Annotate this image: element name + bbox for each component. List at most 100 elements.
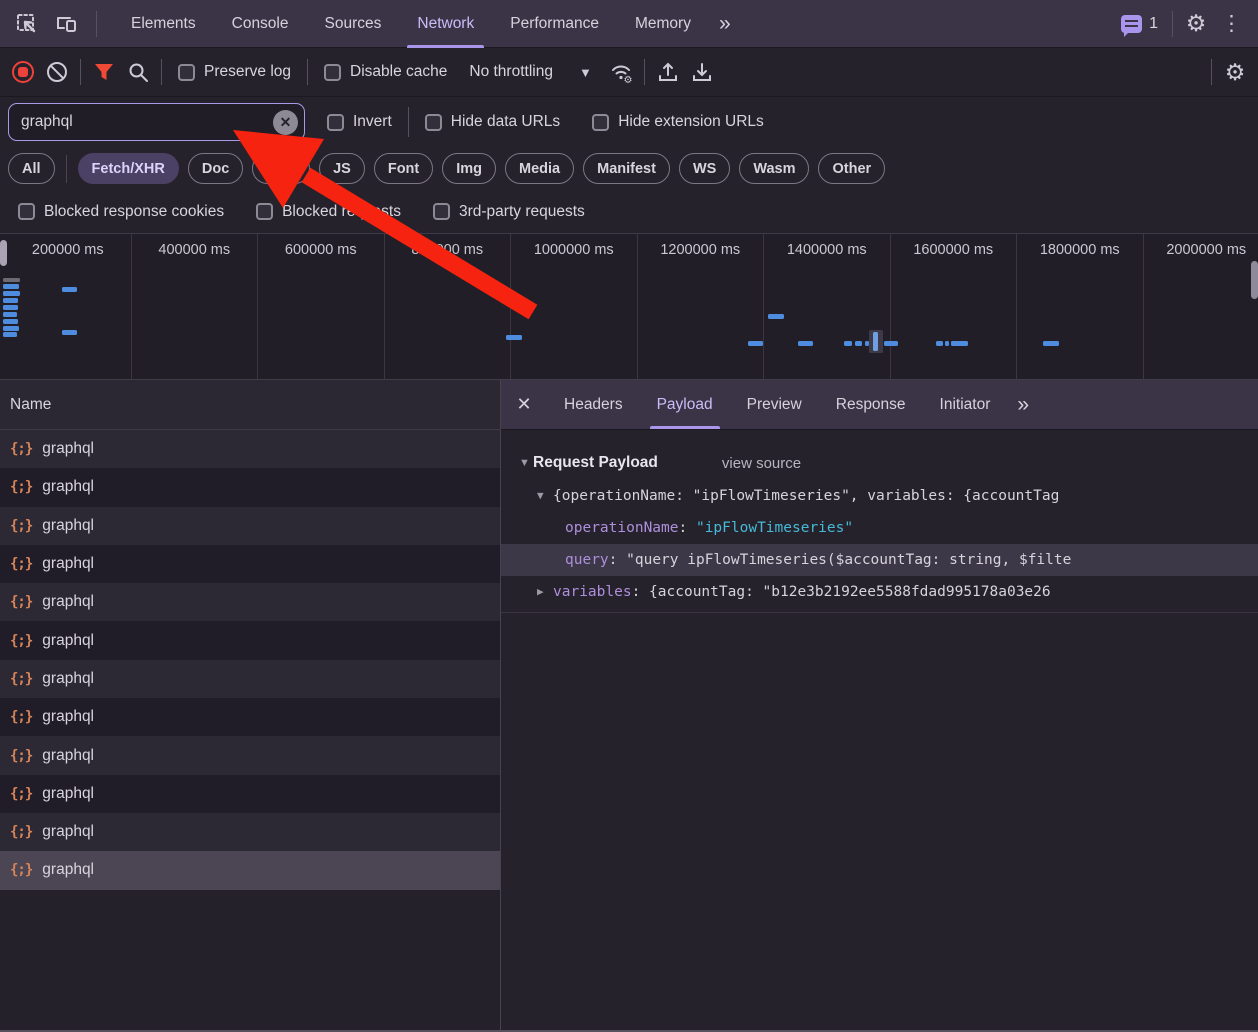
collapse-triangle-icon[interactable]: ▼ [537,480,553,512]
more-panels-icon[interactable]: » [709,12,739,36]
table-row[interactable]: {;}graphql [0,775,500,813]
chip-media[interactable]: Media [505,153,574,184]
table-row[interactable]: {;}graphql [0,507,500,545]
close-icon[interactable]: ✕ [501,380,547,429]
filter-input[interactable]: graphql ✕ [8,103,305,141]
tab-network[interactable]: Network [399,0,492,48]
collapse-triangle-icon[interactable]: ▼ [519,457,533,469]
tab-console[interactable]: Console [214,0,307,48]
chip-font[interactable]: Font [374,153,433,184]
payload-value: "query ipFlowTimeseries($accountTag: str… [626,544,1071,576]
clear-filter-icon[interactable]: ✕ [273,110,298,135]
waterfall-bar[interactable] [1043,341,1059,346]
waterfall-bar[interactable] [936,341,943,346]
preserve-log-checkbox[interactable]: Preserve log [168,63,301,81]
settings-gear-icon[interactable]: ⚙ [1179,7,1213,41]
table-row[interactable]: {;}graphql [0,545,500,583]
waterfall-bar[interactable] [945,341,949,346]
3rd-party-requests-checkbox[interactable]: 3rd-party requests [423,203,607,221]
invert-checkbox[interactable]: Invert [305,113,402,131]
waterfall-bar[interactable] [3,332,17,337]
details-tab-initiator[interactable]: Initiator [923,380,1008,429]
waterfall-bar[interactable] [873,332,878,351]
panel-tabs: ElementsConsoleSourcesNetworkPerformance… [113,0,709,48]
payload-row-variables[interactable]: ▶variables: {accountTag: "b12e3b2192ee55… [501,576,1258,608]
waterfall-bar[interactable] [3,312,17,317]
waterfall-bar[interactable] [3,326,19,331]
view-source-link[interactable]: view source [722,455,801,472]
clear-network-log-icon[interactable] [40,55,74,89]
hide-data-urls-checkbox[interactable]: Hide data URLs [415,113,570,131]
chip-img[interactable]: Img [442,153,496,184]
table-row[interactable]: {;}graphql [0,736,500,774]
inspect-element-icon[interactable] [10,7,44,41]
waterfall-bar[interactable] [798,341,813,346]
chip-all[interactable]: All [8,153,55,184]
table-row[interactable]: {;}graphql [0,583,500,621]
waterfall-bar[interactable] [506,335,522,340]
table-row[interactable]: {;}graphql [0,621,500,659]
waterfall-bar[interactable] [951,341,968,346]
request-name: graphql [42,478,94,496]
waterfall-bar[interactable] [844,341,852,346]
chip-css[interactable]: CSS [252,153,310,184]
search-icon[interactable] [121,55,155,89]
issues-counter[interactable]: 1 [1113,15,1166,33]
tab-performance[interactable]: Performance [492,0,617,48]
waterfall-bar[interactable] [748,341,763,346]
import-har-icon[interactable] [651,55,685,89]
payload-preview-row[interactable]: ▼ {operationName: "ipFlowTimeseries", va… [501,480,1258,512]
expand-triangle-icon[interactable]: ▶ [537,576,553,608]
waterfall-bar[interactable] [884,341,898,346]
payload-row-query[interactable]: query: "query ipFlowTimeseries($accountT… [501,544,1258,576]
chip-fetch-xhr[interactable]: Fetch/XHR [78,153,179,184]
more-details-tabs-icon[interactable]: » [1007,393,1037,417]
tab-memory[interactable]: Memory [617,0,709,48]
details-tab-preview[interactable]: Preview [730,380,819,429]
chip-ws[interactable]: WS [679,153,730,184]
disable-cache-checkbox[interactable]: Disable cache [314,63,457,81]
table-row[interactable]: {;}graphql [0,468,500,506]
table-row[interactable]: {;}graphql [0,851,500,889]
waterfall-bar[interactable] [855,341,862,346]
name-column-header[interactable]: Name [0,380,500,430]
waterfall-bar[interactable] [3,278,20,282]
blocked-response-cookies-checkbox[interactable]: Blocked response cookies [8,203,246,221]
chip-manifest[interactable]: Manifest [583,153,670,184]
waterfall-bar[interactable] [768,314,784,319]
filter-icon[interactable] [87,55,121,89]
blocked-requests-checkbox[interactable]: Blocked requests [246,203,423,221]
waterfall-bar[interactable] [62,330,77,335]
waterfall-bar[interactable] [62,287,77,292]
export-har-icon[interactable] [685,55,719,89]
waterfall-bar[interactable] [3,319,18,324]
tab-elements[interactable]: Elements [113,0,214,48]
table-row[interactable]: {;}graphql [0,698,500,736]
table-row[interactable]: {;}graphql [0,430,500,468]
details-tab-headers[interactable]: Headers [547,380,640,429]
chip-js[interactable]: JS [319,153,365,184]
more-options-icon[interactable]: ⋮ [1213,11,1250,36]
network-settings-gear-icon[interactable]: ⚙ [1218,55,1252,89]
timeline-scroll-handle-right[interactable] [1251,261,1258,299]
tab-sources[interactable]: Sources [307,0,400,48]
table-row[interactable]: {;}graphql [0,660,500,698]
chip-wasm[interactable]: Wasm [739,153,809,184]
record-network-log-icon[interactable] [6,55,40,89]
throttling-dropdown[interactable]: No throttling ▼ [457,63,603,81]
payload-row-operationname[interactable]: operationName: "ipFlowTimeseries" [501,512,1258,544]
waterfall-bar[interactable] [3,291,20,296]
table-row[interactable]: {;}graphql [0,813,500,851]
network-overview-timeline[interactable]: 200000 ms400000 ms600000 ms800000 ms1000… [0,233,1258,380]
network-conditions-icon[interactable]: ⚙ [604,55,638,89]
details-tab-payload[interactable]: Payload [640,380,730,429]
details-tab-response[interactable]: Response [819,380,923,429]
waterfall-bar[interactable] [3,298,18,303]
timeline-scroll-handle-left[interactable] [0,240,7,266]
hide-extension-urls-checkbox[interactable]: Hide extension URLs [570,113,774,131]
device-toolbar-icon[interactable] [50,7,84,41]
waterfall-bar[interactable] [3,305,18,310]
chip-doc[interactable]: Doc [188,153,243,184]
waterfall-bar[interactable] [3,284,19,289]
chip-other[interactable]: Other [818,153,885,184]
